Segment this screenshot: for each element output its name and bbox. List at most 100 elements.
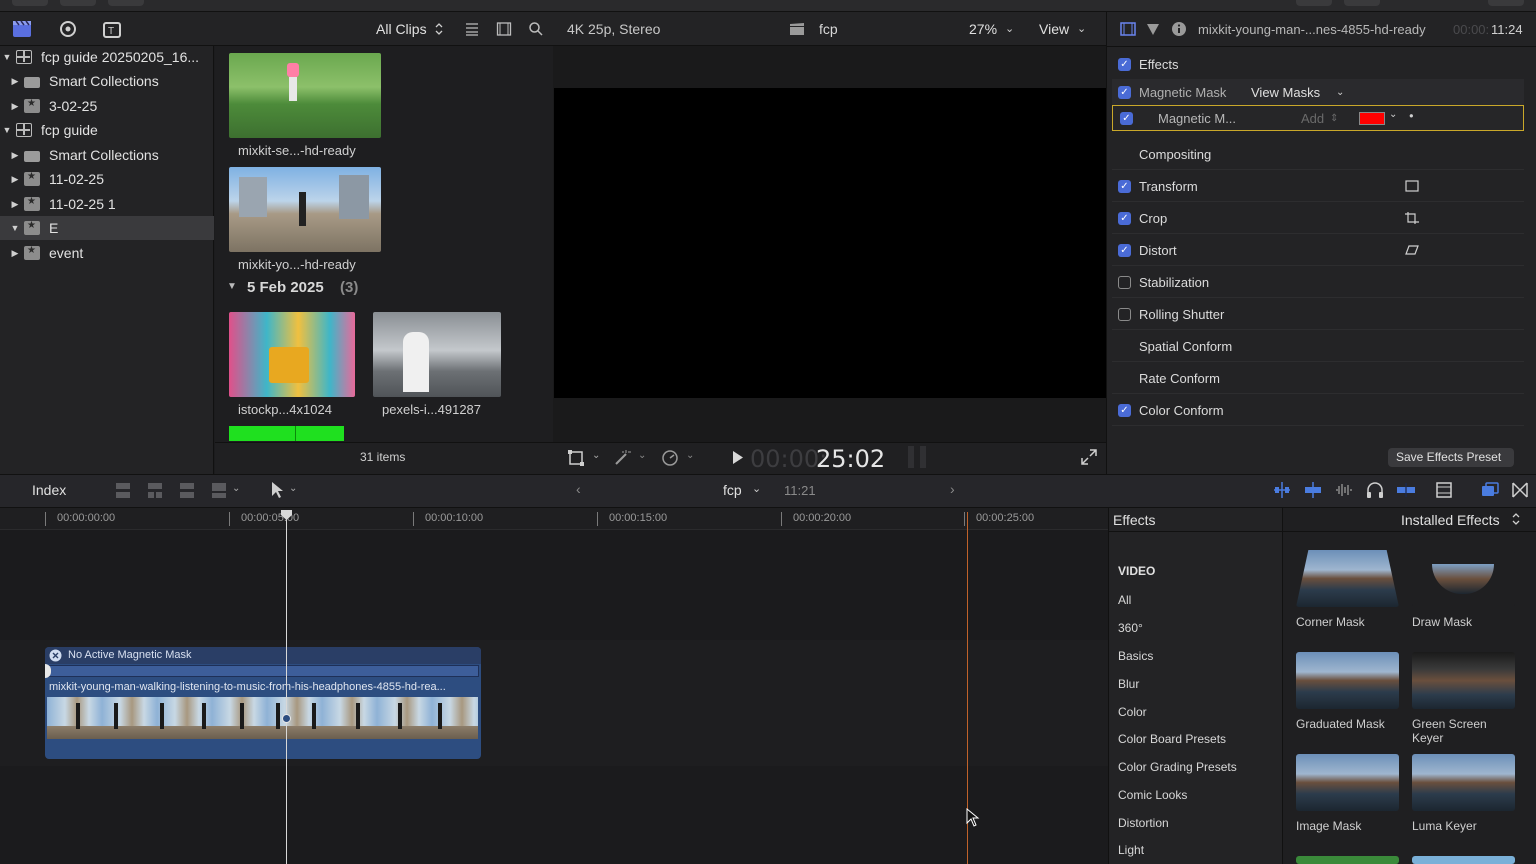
photos-audio-icon[interactable] (58, 20, 78, 38)
transform-tool-icon[interactable] (567, 449, 585, 467)
window-tab-2[interactable] (60, 0, 96, 6)
checkbox[interactable]: ✓ (1118, 404, 1131, 417)
snapping-icon[interactable] (1396, 481, 1416, 499)
clip-thumbnail-1[interactable] (229, 53, 381, 138)
inspector-row[interactable]: Rate Conform (1112, 364, 1524, 394)
append-clip-icon[interactable] (178, 481, 196, 499)
effects-category-item[interactable]: Comic Looks (1118, 788, 1187, 802)
library-item[interactable]: ▼E (0, 216, 214, 240)
view-chevron-down-icon[interactable]: ⌄ (1077, 22, 1086, 35)
inspector-row[interactable]: ✓ Magnetic M... Add ⇕ ⌄ ● (1112, 105, 1524, 131)
clip-thumbnail-4[interactable] (373, 312, 501, 397)
inspector-row[interactable]: Compositing (1112, 140, 1524, 170)
effect-thumbnail[interactable] (1412, 856, 1515, 864)
color-chevron-icon[interactable]: ⌄ (1389, 109, 1397, 120)
effect-thumbnail[interactable] (1296, 652, 1399, 709)
chevron-updown-icon[interactable] (434, 22, 444, 36)
inspector-row[interactable]: ✓ Crop (1112, 204, 1524, 234)
effect-thumbnail[interactable] (1296, 754, 1399, 811)
disclosure-collapsed-icon[interactable]: ▶ (10, 101, 20, 112)
connect-clip-icon[interactable] (114, 481, 132, 499)
checkbox[interactable] (1118, 276, 1131, 289)
transform-chevron-icon[interactable]: ⌄ (592, 450, 600, 461)
inspector-row[interactable]: ✓ Magnetic Mask View Masks ⌄ (1112, 79, 1524, 107)
tool-chevron-icon[interactable]: ⌄ (289, 483, 297, 494)
window-tab-5[interactable] (1344, 0, 1380, 6)
effects-category-item[interactable]: Color (1118, 705, 1147, 719)
library-item[interactable]: ▼ fcp guide 20250205_16... (0, 45, 214, 69)
info-icon[interactable] (1171, 21, 1187, 37)
playhead[interactable] (286, 510, 287, 864)
timecode[interactable]: 25:02 (816, 445, 885, 473)
inspector-row[interactable]: ✓ Distort (1112, 236, 1524, 266)
effects-category-item[interactable]: Basics (1118, 649, 1153, 663)
library-item[interactable]: ▶ Smart Collections (0, 143, 214, 167)
effect-thumbnail[interactable] (1296, 856, 1399, 864)
window-tab-6[interactable] (1488, 0, 1524, 6)
color-inspector-icon[interactable] (1145, 21, 1161, 37)
mask-track[interactable] (47, 665, 479, 677)
timeline-project-name[interactable]: fcp (723, 482, 742, 498)
all-clips-label[interactable]: All Clips (376, 21, 427, 37)
index-button[interactable]: Index (32, 482, 66, 498)
window-tab-3[interactable] (108, 0, 144, 6)
viewer-canvas[interactable] (554, 88, 1106, 398)
disclosure-collapsed-icon[interactable]: ▶ (10, 248, 20, 259)
person-icon[interactable]: ● (1409, 112, 1414, 120)
checkbox[interactable]: ✓ (1118, 86, 1131, 99)
disclosure-collapsed-icon[interactable]: ▶ (10, 76, 20, 87)
clip-thumbnail-5[interactable] (229, 426, 344, 441)
effects-category-item[interactable]: Color Grading Presets (1118, 760, 1237, 774)
view-masks-menu[interactable]: View Masks (1251, 85, 1320, 100)
overwrite-clip-icon[interactable] (210, 481, 228, 499)
checkbox[interactable]: ✓ (1118, 244, 1131, 257)
history-forward-icon[interactable]: › (950, 481, 955, 497)
project-chevron-down-icon[interactable]: ⌄ (752, 482, 761, 495)
enhance-chevron-icon[interactable]: ⌄ (638, 450, 646, 461)
checkbox[interactable]: ✓ (1120, 111, 1133, 125)
magic-wand-icon[interactable] (613, 449, 631, 467)
zoom-chevron-down-icon[interactable]: ⌄ (1005, 22, 1014, 35)
filter-updown-icon[interactable] (1511, 511, 1521, 527)
select-tool-icon[interactable] (270, 481, 284, 499)
effects-browser-icon[interactable] (1480, 481, 1500, 499)
library-item[interactable]: ▶ Smart Collections (0, 69, 214, 93)
add-mask-menu[interactable]: Add (1301, 111, 1324, 126)
fullscreen-icon[interactable] (1080, 448, 1098, 466)
inspector-row[interactable]: ✓ Effects (1112, 50, 1524, 80)
disclosure-expanded-icon[interactable]: ▼ (2, 125, 12, 135)
mask-color-swatch[interactable] (1359, 112, 1385, 125)
library-item[interactable]: ▶ 3-02-25 (0, 94, 214, 118)
effects-category-item[interactable]: All (1118, 593, 1131, 607)
view-masks-chevron-icon[interactable]: ⌄ (1336, 87, 1344, 98)
disclosure-collapsed-icon[interactable]: ▶ (10, 174, 20, 185)
checkbox[interactable] (1118, 308, 1131, 321)
inspector-row[interactable]: ✓ Transform (1112, 172, 1524, 202)
transform-icon[interactable] (1404, 179, 1420, 193)
waveform-icon[interactable] (1334, 481, 1354, 499)
libraries-icon[interactable] (12, 20, 32, 38)
library-item[interactable]: ▶ 11-02-25 1 (0, 192, 214, 216)
disclosure-collapsed-icon[interactable]: ▶ (10, 150, 20, 161)
titles-generators-icon[interactable]: T (102, 20, 122, 38)
inspector-row[interactable]: Spatial Conform (1112, 332, 1524, 362)
installed-effects-menu[interactable]: Installed Effects (1401, 512, 1500, 528)
playhead-keyframe[interactable] (282, 714, 291, 723)
effect-thumbnail[interactable] (1412, 652, 1515, 709)
effects-category-item[interactable]: Color Board Presets (1118, 732, 1226, 746)
effects-category-item[interactable]: Distortion (1118, 816, 1169, 830)
library-item[interactable]: ▶ event (0, 241, 214, 265)
speed-chevron-icon[interactable]: ⌄ (686, 450, 694, 461)
clip-thumbnail-3[interactable] (229, 312, 355, 397)
crop-icon[interactable] (1404, 211, 1420, 225)
inspector-row[interactable]: Stabilization (1112, 268, 1524, 298)
edit-chevron-icon[interactable]: ⌄ (232, 483, 240, 494)
library-item[interactable]: ▶ 11-02-25 (0, 167, 214, 191)
effect-thumbnail[interactable] (1412, 550, 1515, 607)
insert-clip-icon[interactable] (146, 481, 164, 499)
window-tab-4[interactable] (1296, 0, 1332, 6)
skimming-icon[interactable] (1272, 481, 1292, 499)
disclosure-triangle-icon[interactable]: ▼ (227, 281, 239, 292)
inspector-row[interactable]: Rolling Shutter (1112, 300, 1524, 330)
view-menu[interactable]: View (1039, 21, 1069, 37)
